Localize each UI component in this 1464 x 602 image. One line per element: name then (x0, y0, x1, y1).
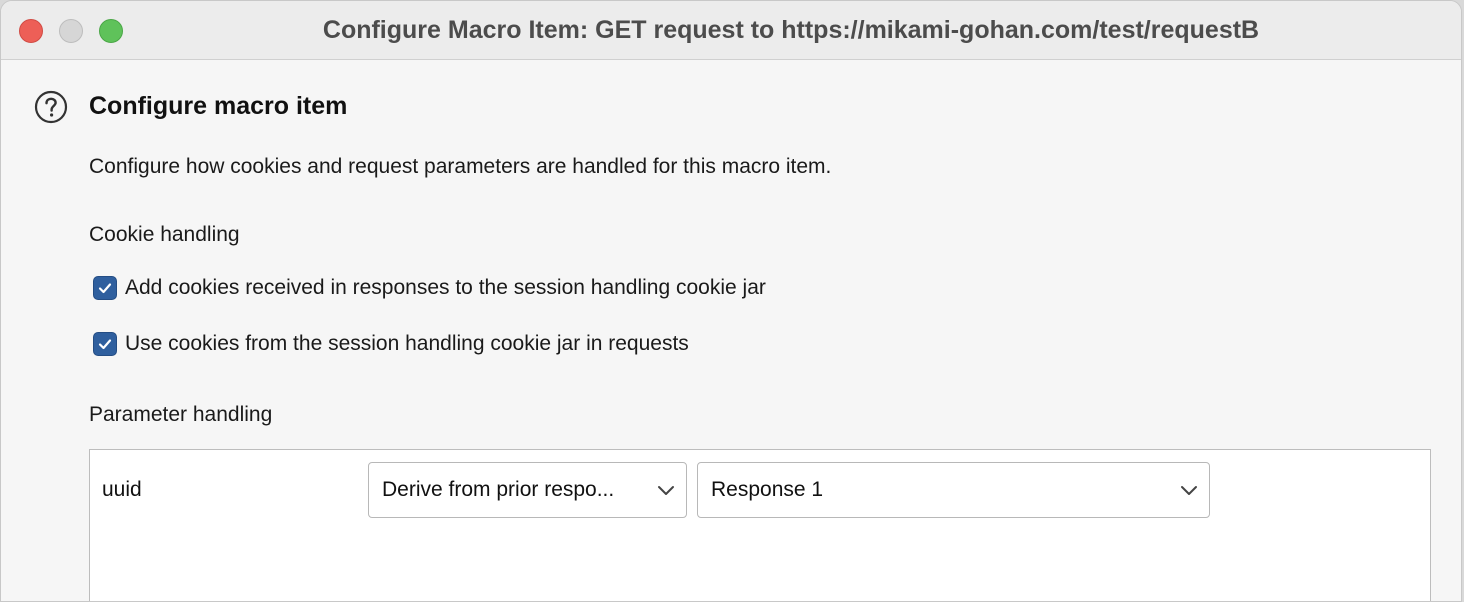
add-cookies-checkbox[interactable] (93, 276, 117, 300)
help-icon[interactable] (34, 90, 68, 124)
parameter-table: uuid Derive from prior respo... Response… (89, 449, 1431, 601)
close-window-button[interactable] (19, 19, 43, 43)
use-cookies-option[interactable]: Use cookies from the session handling co… (93, 330, 689, 358)
dialog-window: Configure Macro Item: GET request to htt… (0, 0, 1462, 602)
add-cookies-label: Add cookies received in responses to the… (125, 276, 766, 299)
use-cookies-checkbox[interactable] (93, 332, 117, 356)
chevron-down-icon (658, 486, 674, 495)
dialog-description: Configure how cookies and request parame… (89, 155, 832, 178)
cookie-handling-label: Cookie handling (89, 223, 240, 246)
dialog-heading: Configure macro item (89, 92, 348, 120)
zoom-window-button[interactable] (99, 19, 123, 43)
chevron-down-icon (1181, 486, 1197, 495)
add-cookies-option[interactable]: Add cookies received in responses to the… (93, 274, 766, 302)
minimize-window-button[interactable] (59, 19, 83, 43)
title-bar[interactable]: Configure Macro Item: GET request to htt… (1, 1, 1461, 60)
response-select[interactable]: Response 1 (697, 462, 1210, 518)
window-title: Configure Macro Item: GET request to htt… (322, 16, 1260, 44)
parameter-source-select[interactable]: Derive from prior respo... (368, 462, 687, 518)
checkmark-icon (98, 339, 112, 350)
response-select-value: Response 1 (711, 478, 824, 501)
parameter-source-value: Derive from prior respo... (382, 478, 615, 501)
parameter-handling-label: Parameter handling (89, 403, 273, 426)
use-cookies-label: Use cookies from the session handling co… (125, 332, 689, 355)
checkmark-icon (98, 283, 112, 294)
parameter-name: uuid (102, 478, 142, 501)
